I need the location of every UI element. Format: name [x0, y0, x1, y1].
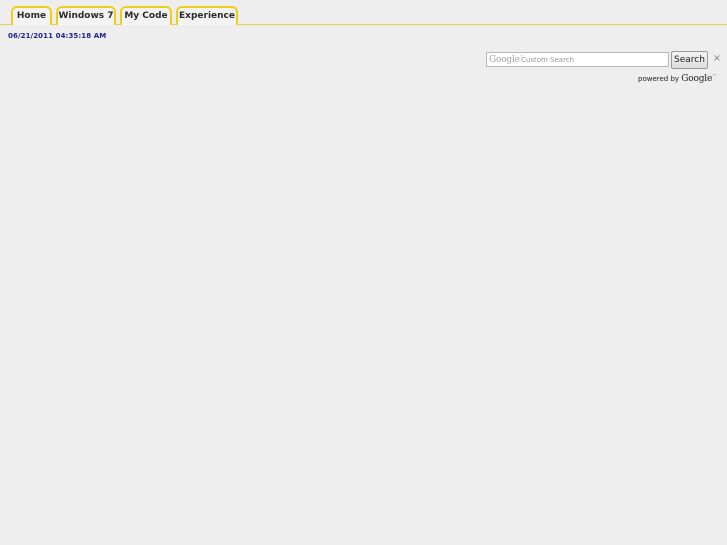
powered-by-google: powered by Google™ [638, 73, 722, 84]
powered-by-text: powered by [638, 75, 680, 83]
tab-windows-7[interactable]: Windows 7 [56, 6, 116, 25]
tab-bar: Home Windows 7 My Code Experience [0, 6, 727, 25]
search-input[interactable] [487, 53, 668, 66]
search-input-container: Google™ [486, 52, 669, 67]
tab-experience[interactable]: Experience [176, 6, 238, 25]
google-logo-tm: ™ [712, 73, 716, 78]
search-button[interactable]: Search [671, 51, 708, 69]
tab-home[interactable]: Home [11, 6, 52, 25]
timestamp: 06/21/2011 04:35:18 AM [8, 32, 107, 40]
google-logo: Google™ [681, 73, 716, 84]
nav-tabs: Home Windows 7 My Code Experience [11, 6, 238, 25]
page: Home Windows 7 My Code Experience 06/21/… [0, 0, 727, 545]
custom-search: Google™ Search × powered by Google™ [486, 51, 722, 91]
google-logo-text: Google [681, 74, 713, 84]
tab-my-code[interactable]: My Code [120, 6, 172, 25]
clear-search-icon[interactable]: × [712, 53, 722, 65]
